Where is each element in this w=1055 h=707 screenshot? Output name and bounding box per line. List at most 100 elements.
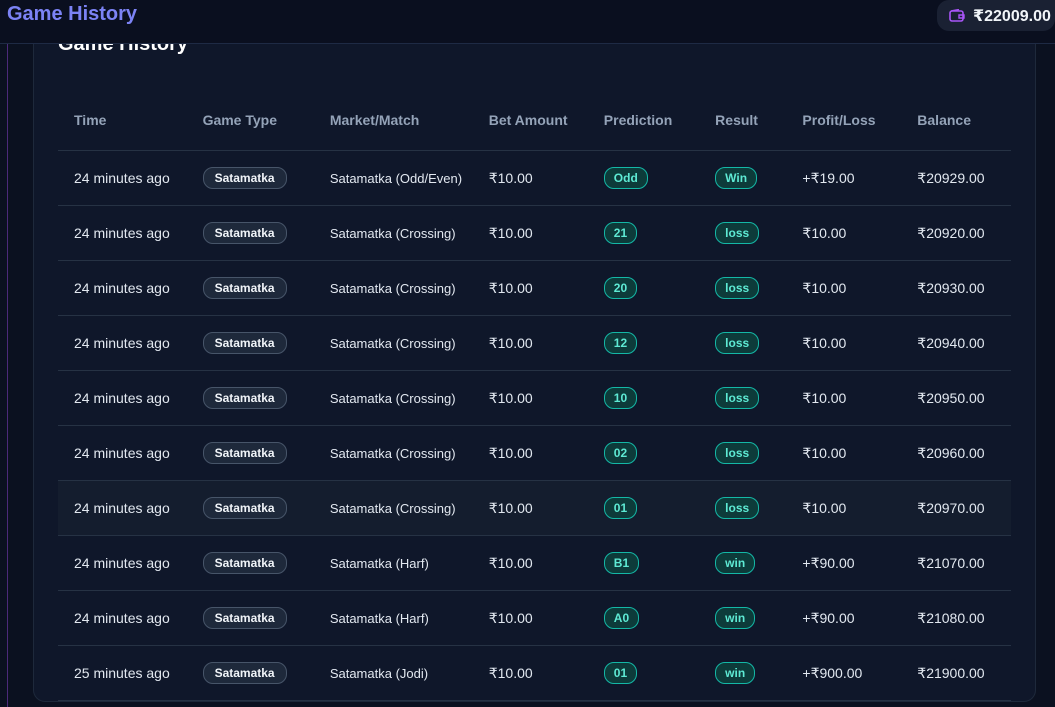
wallet-balance-button[interactable]: ₹22009.00 xyxy=(937,0,1055,31)
table-row: 24 minutes ago Satamatka Satamatka (Harf) ₹… xyxy=(58,535,1011,591)
sidebar-edge xyxy=(7,44,8,707)
cell-prediction: Odd xyxy=(587,150,700,206)
result-badge: loss xyxy=(715,277,760,299)
cell-prediction: 10 xyxy=(587,370,700,426)
cell-prediction: A0 xyxy=(587,590,700,646)
cell-game-type: Satamatka xyxy=(186,315,314,371)
cell-bet-amount: ₹10.00 xyxy=(472,480,588,536)
table-row: 24 minutes ago Satamatka Satamatka (Crossi… xyxy=(58,315,1011,371)
prediction-badge: 02 xyxy=(603,442,638,464)
cell-market: Satamatka (Crossing) xyxy=(313,480,473,536)
cell-bet-amount: ₹10.00 xyxy=(472,315,588,371)
column-header-time: Time xyxy=(58,89,187,151)
cell-result: loss xyxy=(699,315,787,371)
cell-game-type: Satamatka xyxy=(186,205,314,261)
cell-result: loss xyxy=(699,370,787,426)
cell-game-type: Satamatka xyxy=(186,590,314,646)
table-header-row: Time Game Type Market/Match Bet Amount Predi… xyxy=(58,89,1011,151)
cell-prediction: 01 xyxy=(587,645,700,701)
prediction-badge: Odd xyxy=(603,167,648,189)
cell-profit-loss: ₹10.00 xyxy=(786,315,902,371)
cell-prediction: 12 xyxy=(587,315,700,371)
table-row: 24 minutes ago Satamatka Satamatka (Harf) ₹… xyxy=(58,590,1011,646)
cell-bet-amount: ₹10.00 xyxy=(472,645,588,701)
prediction-badge: 20 xyxy=(603,277,638,299)
cell-prediction: 21 xyxy=(587,205,700,261)
cell-market: Satamatka (Crossing) xyxy=(313,260,473,316)
wallet-amount: ₹22009.00 xyxy=(973,7,1051,25)
cell-balance: ₹20930.00 xyxy=(901,260,1011,316)
cell-time: 24 minutes ago xyxy=(58,535,187,591)
cell-bet-amount: ₹10.00 xyxy=(472,535,588,591)
column-header-game-type: Game Type xyxy=(186,89,314,151)
table-row: 24 minutes ago Satamatka Satamatka (Crossi… xyxy=(58,205,1011,261)
cell-time: 24 minutes ago xyxy=(58,590,187,646)
cell-game-type: Satamatka xyxy=(186,370,314,426)
column-header-bet-amount: Bet Amount xyxy=(472,89,588,151)
cell-profit-loss: ₹10.00 xyxy=(786,480,902,536)
cell-bet-amount: ₹10.00 xyxy=(472,425,588,481)
cell-balance: ₹21080.00 xyxy=(901,590,1011,646)
cell-time: 24 minutes ago xyxy=(58,370,187,426)
cell-balance: ₹21070.00 xyxy=(901,535,1011,591)
result-badge: loss xyxy=(715,332,760,354)
result-badge: win xyxy=(715,552,756,574)
result-badge: loss xyxy=(715,222,760,244)
wallet-icon xyxy=(949,8,965,23)
cell-prediction: 20 xyxy=(587,260,700,316)
cell-market: Satamatka (Harf) xyxy=(313,535,473,591)
game-type-badge: Satamatka xyxy=(202,332,287,354)
column-header-profit-loss: Profit/Loss xyxy=(786,89,902,151)
cell-market: Satamatka (Crossing) xyxy=(313,425,473,481)
table-row: 24 minutes ago Satamatka Satamatka (Crossi… xyxy=(58,260,1011,316)
cell-market: Satamatka (Crossing) xyxy=(313,370,473,426)
table-row: 24 minutes ago Satamatka Satamatka (Crossi… xyxy=(58,370,1011,426)
game-type-badge: Satamatka xyxy=(202,387,287,409)
prediction-badge: 21 xyxy=(603,222,638,244)
cell-prediction: B1 xyxy=(587,535,700,591)
cell-profit-loss: +₹90.00 xyxy=(786,535,902,591)
cell-balance: ₹20920.00 xyxy=(901,205,1011,261)
game-type-badge: Satamatka xyxy=(202,167,287,189)
cell-profit-loss: ₹10.00 xyxy=(786,425,902,481)
cell-game-type: Satamatka xyxy=(186,150,314,206)
game-type-badge: Satamatka xyxy=(202,277,287,299)
column-header-market-match: Market/Match xyxy=(313,89,473,151)
cell-game-type: Satamatka xyxy=(186,425,314,481)
top-bar: Game History ₹22009.00 xyxy=(0,0,1055,44)
cell-market: Satamatka (Odd/Even) xyxy=(313,150,473,206)
cell-result: win xyxy=(699,535,787,591)
table-row: 25 minutes ago Satamatka Satamatka (Jodi) ₹… xyxy=(58,645,1011,701)
game-type-badge: Satamatka xyxy=(202,662,287,684)
cell-bet-amount: ₹10.00 xyxy=(472,590,588,646)
column-header-balance: Balance xyxy=(901,89,1011,151)
cell-profit-loss: ₹10.00 xyxy=(786,260,902,316)
cell-balance: ₹20940.00 xyxy=(901,315,1011,371)
game-type-badge: Satamatka xyxy=(202,497,287,519)
cell-result: Win xyxy=(699,150,787,206)
cell-balance: ₹20970.00 xyxy=(901,480,1011,536)
cell-bet-amount: ₹10.00 xyxy=(472,205,588,261)
cell-time: 25 minutes ago xyxy=(58,645,187,701)
result-badge: loss xyxy=(715,497,760,519)
cell-market: Satamatka (Crossing) xyxy=(313,205,473,261)
table-row: 24 minutes ago Satamatka Satamatka (Crossi… xyxy=(58,480,1011,536)
cell-result: win xyxy=(699,590,787,646)
cell-balance: ₹20929.00 xyxy=(901,150,1011,206)
cell-game-type: Satamatka xyxy=(186,480,314,536)
result-badge: Win xyxy=(715,167,758,189)
cell-bet-amount: ₹10.00 xyxy=(472,370,588,426)
cell-profit-loss: ₹10.00 xyxy=(786,370,902,426)
cell-profit-loss: +₹19.00 xyxy=(786,150,902,206)
cell-result: loss xyxy=(699,480,787,536)
cell-result: loss xyxy=(699,260,787,316)
cell-prediction: 01 xyxy=(587,480,700,536)
cell-result: loss xyxy=(699,425,787,481)
result-badge: win xyxy=(715,607,756,629)
cell-profit-loss: +₹900.00 xyxy=(786,645,902,701)
cell-result: loss xyxy=(699,205,787,261)
cell-balance: ₹21900.00 xyxy=(901,645,1011,701)
game-history-card: Game History Time Game Type Market/Match Be… xyxy=(33,20,1036,702)
cell-time: 24 minutes ago xyxy=(58,150,187,206)
column-header-result: Result xyxy=(699,89,787,151)
